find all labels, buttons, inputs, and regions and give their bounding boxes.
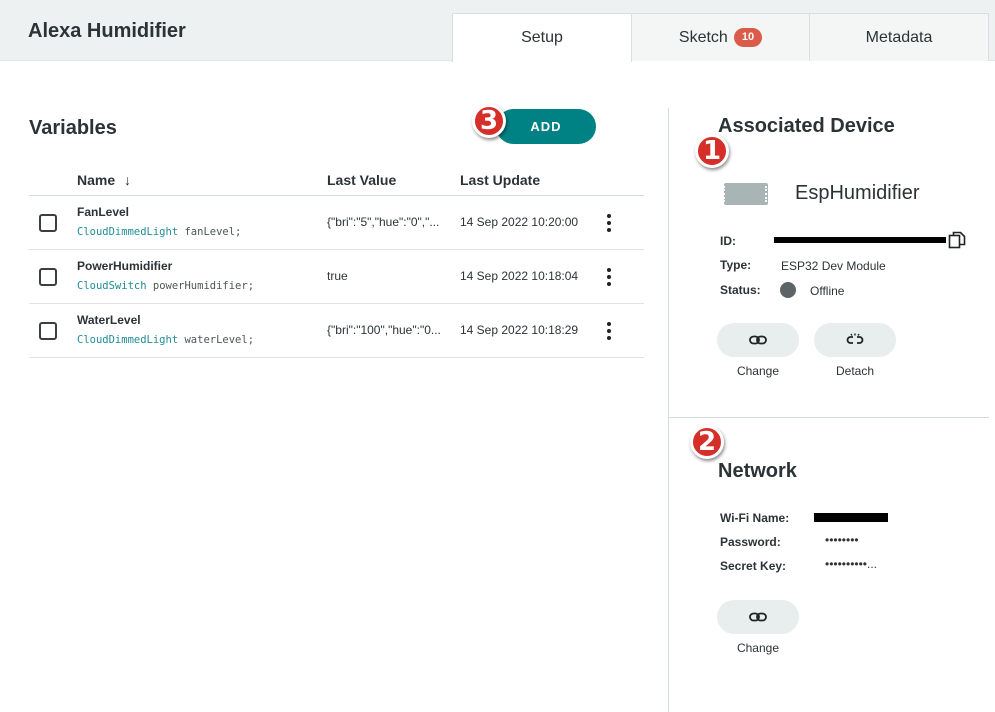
more-options-icon[interactable] <box>603 214 615 232</box>
tab-setup-label: Setup <box>521 29 563 46</box>
secret-key-label: Secret Key: <box>720 559 787 573</box>
tab-metadata[interactable]: Metadata <box>809 13 989 61</box>
top-header: Alexa Humidifier Setup Sketch 10 Metadat… <box>0 0 995 62</box>
link-icon <box>749 335 767 345</box>
column-name-label: Name <box>77 172 116 188</box>
sketch-count-badge: 10 <box>733 28 763 47</box>
variable-declaration: CloudDimmedLight waterLevel; <box>77 334 254 346</box>
variable-declaration: CloudDimmedLight fanLevel; <box>77 226 241 238</box>
table-row[interactable]: WaterLevel CloudDimmedLight waterLevel; … <box>29 304 644 358</box>
variable-type: CloudSwitch <box>77 280 147 292</box>
column-header-name[interactable]: Name ↓ <box>77 172 131 188</box>
variable-last-update: 14 Sep 2022 10:18:29 <box>460 323 579 337</box>
variable-last-update: 14 Sep 2022 10:18:04 <box>460 269 579 283</box>
copy-icon[interactable] <box>948 231 966 249</box>
unlink-icon <box>846 333 864 344</box>
detach-device-button[interactable] <box>814 323 896 357</box>
tab-sketch[interactable]: Sketch 10 <box>631 13 810 61</box>
row-checkbox[interactable] <box>39 322 57 340</box>
status-dot-icon <box>780 282 796 298</box>
associated-device-title: Associated Device <box>718 115 895 137</box>
table-row[interactable]: FanLevel CloudDimmedLight fanLevel; {"br… <box>29 196 644 250</box>
variable-type: CloudDimmedLight <box>77 334 179 346</box>
device-status-value: Offline <box>810 284 845 298</box>
password-label: Password: <box>720 535 781 549</box>
device-id-redacted <box>774 237 946 243</box>
device-type-label: Type: <box>720 258 752 272</box>
tab-metadata-label: Metadata <box>865 28 933 46</box>
panel-divider-horizontal <box>669 417 989 418</box>
device-id-label: ID: <box>720 234 736 248</box>
device-type-value: ESP32 Dev Module <box>781 259 886 273</box>
add-variable-button[interactable]: ADD <box>496 109 596 144</box>
annotation-badge-1: 1 <box>695 134 729 168</box>
variable-decl-name: fanLevel; <box>178 226 242 238</box>
tab-setup[interactable]: Setup <box>452 13 632 62</box>
secret-key-value: ••••••••••... <box>825 557 878 571</box>
variables-title: Variables <box>29 117 117 139</box>
column-header-last-update: Last Update <box>460 172 541 188</box>
annotation-badge-2: 2 <box>690 425 724 459</box>
tab-sketch-label: Sketch <box>678 28 728 46</box>
sort-arrow-icon: ↓ <box>124 172 132 188</box>
password-value: •••••••• <box>825 533 859 547</box>
variable-name: PowerHumidifier <box>77 259 173 273</box>
more-options-icon[interactable] <box>603 268 615 286</box>
wifi-name-redacted <box>814 513 888 522</box>
annotation-badge-3: 3 <box>472 104 506 138</box>
variable-name: FanLevel <box>77 205 130 219</box>
table-row[interactable]: PowerHumidifier CloudSwitch powerHumidif… <box>29 250 644 304</box>
thing-title: Alexa Humidifier <box>28 20 186 42</box>
wifi-name-label: Wi-Fi Name: <box>720 511 790 525</box>
detach-device-label: Detach <box>835 364 875 378</box>
network-title: Network <box>718 460 797 482</box>
change-device-label: Change <box>736 364 780 378</box>
row-checkbox[interactable] <box>39 268 57 286</box>
variable-decl-name: powerHumidifier; <box>146 280 255 292</box>
variable-last-value: true <box>327 269 348 283</box>
variable-name: WaterLevel <box>77 313 141 327</box>
variable-last-value: {"bri":"5","hue":"0","... <box>327 215 440 229</box>
variable-decl-name: waterLevel; <box>178 334 255 346</box>
change-network-label: Change <box>736 641 780 655</box>
more-options-icon[interactable] <box>603 322 615 340</box>
column-header-last-value: Last Value <box>327 172 397 188</box>
board-icon <box>723 183 768 205</box>
device-status-label: Status: <box>720 283 761 297</box>
variable-type: CloudDimmedLight <box>77 226 179 238</box>
change-network-button[interactable] <box>717 600 799 634</box>
variable-last-update: 14 Sep 2022 10:20:00 <box>460 215 579 229</box>
panel-divider-vertical <box>668 108 669 712</box>
variable-last-value: {"bri":"100","hue":"0... <box>327 323 441 337</box>
link-icon <box>749 612 767 622</box>
change-device-button[interactable] <box>717 323 799 357</box>
row-checkbox[interactable] <box>39 214 57 232</box>
variable-declaration: CloudSwitch powerHumidifier; <box>77 280 254 292</box>
device-name: EspHumidifier <box>795 182 920 204</box>
